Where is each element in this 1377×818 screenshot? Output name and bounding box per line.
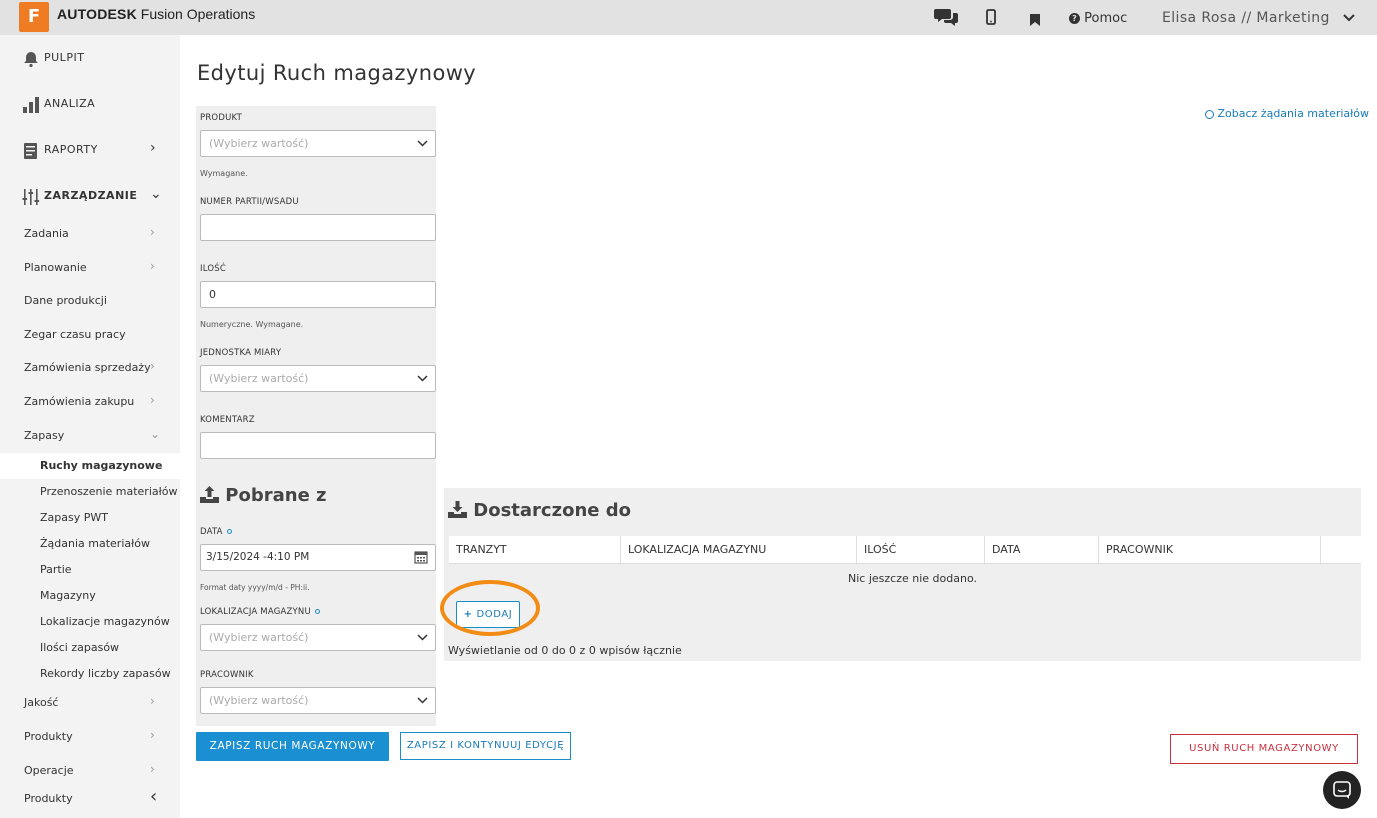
chevron-right-icon: › bbox=[150, 694, 155, 708]
lokalizacja-select[interactable]: (Wybierz wartość) bbox=[200, 624, 436, 651]
sidebar-item-zadania-materialow[interactable]: Żądania materiałów bbox=[0, 531, 180, 557]
ilosc-hint: Numeryczne. Wymagane. bbox=[200, 320, 304, 329]
table-pager-info: Wyświetlanie od 0 do 0 z 0 wpisów łączni… bbox=[448, 644, 682, 657]
sidebar-item-magazyny[interactable]: Magazyny bbox=[0, 583, 180, 609]
sidebar-item-przenoszenie[interactable]: Przenoszenie materiałów bbox=[0, 479, 180, 505]
ilosc-label: ILOŚĆ bbox=[200, 264, 226, 274]
download-icon bbox=[448, 501, 467, 523]
sidebar: PULPIT ANALIZA RAPORTY › ZARZĄDZANIE ⌄ Z… bbox=[0, 35, 180, 818]
help-icon: ? bbox=[1069, 13, 1080, 24]
ilosc-input[interactable]: 0 bbox=[200, 281, 436, 308]
data-hint: Format daty yyyy/m/d - PH:ii. bbox=[200, 583, 310, 592]
sidebar-item-zegar[interactable]: Zegar czasu pracy bbox=[0, 322, 180, 348]
sidebar-item-jakosc[interactable]: Jakość › bbox=[0, 690, 180, 716]
sidebar-item-operacje[interactable]: Operacje › bbox=[0, 758, 180, 784]
sidebar-item-zamowienia-sprzedazy[interactable]: Zamówienia sprzedaży › bbox=[0, 355, 180, 381]
bar-chart-icon bbox=[22, 96, 40, 114]
partia-input[interactable] bbox=[200, 214, 436, 241]
komentarz-input[interactable] bbox=[200, 432, 436, 459]
sidebar-item-pulpit[interactable]: PULPIT bbox=[0, 35, 180, 81]
chevron-right-icon: › bbox=[150, 259, 155, 273]
user-menu[interactable]: Elisa Rosa // Marketing bbox=[1162, 10, 1355, 26]
chevron-down-icon: ⌄ bbox=[150, 427, 161, 441]
sidebar-item-zapasy-pwt[interactable]: Zapasy PWT bbox=[0, 505, 180, 531]
help-link[interactable]: ? Pomoc bbox=[1069, 11, 1127, 26]
highlight-circle bbox=[440, 580, 540, 636]
sidebar-item-ilosci[interactable]: Ilości zapasów bbox=[0, 635, 180, 661]
chevron-down-icon bbox=[417, 137, 428, 150]
sidebar-item-planowanie[interactable]: Planowanie › bbox=[0, 255, 180, 281]
sidebar-item-produkty[interactable]: Produkty › bbox=[0, 724, 180, 750]
collapse-sidebar-icon[interactable]: ‹ bbox=[150, 786, 157, 807]
sidebar-item-rekordy[interactable]: Rekordy liczby zapasów bbox=[0, 661, 180, 687]
chevron-down-icon bbox=[417, 631, 428, 644]
sidebar-item-zamowienia-zakupu[interactable]: Zamówienia zakupu › bbox=[0, 389, 180, 415]
column-tranzyt[interactable]: TRANZYT bbox=[449, 536, 621, 564]
sidebar-item-dane-produkcji[interactable]: Dane produkcji bbox=[0, 288, 180, 314]
chevron-right-icon: › bbox=[150, 359, 155, 373]
fusion-logo[interactable]: F bbox=[19, 2, 49, 32]
sidebar-item-raporty[interactable]: RAPORTY › bbox=[0, 127, 180, 173]
sidebar-item-lokalizacje[interactable]: Lokalizacje magazynów bbox=[0, 609, 180, 635]
required-indicator bbox=[226, 529, 232, 534]
page-title: Edytuj Ruch magazynowy bbox=[197, 61, 477, 85]
chevron-right-icon: › bbox=[150, 140, 157, 156]
chevron-right-icon: › bbox=[150, 225, 155, 239]
chat-launcher-button[interactable] bbox=[1323, 771, 1361, 809]
top-bar: F AUTODESK Fusion Operations ? Pomoc Eli… bbox=[0, 0, 1377, 35]
chevron-down-icon bbox=[1342, 10, 1355, 26]
column-data[interactable]: DATA bbox=[985, 536, 1099, 564]
lokalizacja-label: LOKALIZACJA MAGAZYNU bbox=[200, 607, 320, 617]
data-label: DATA bbox=[200, 527, 232, 537]
column-lokalizacja[interactable]: LOKALIZACJA MAGAZYNU bbox=[621, 536, 857, 564]
sliders-icon bbox=[22, 188, 40, 206]
komentarz-label: KOMENTARZ bbox=[200, 415, 255, 425]
bell-icon bbox=[22, 50, 40, 68]
mobile-icon[interactable] bbox=[986, 9, 996, 29]
jm-label: JEDNOSTKA MIARY bbox=[200, 348, 282, 358]
sidebar-item-zarzadzanie[interactable]: ZARZĄDZANIE ⌄ bbox=[0, 173, 180, 219]
jm-select[interactable]: (Wybierz wartość) bbox=[200, 365, 436, 392]
produkt-select[interactable]: (Wybierz wartość) bbox=[200, 130, 436, 157]
brand-name: AUTODESK Fusion Operations bbox=[57, 6, 256, 22]
pracownik-label: PRACOWNIK bbox=[200, 670, 254, 680]
upload-icon bbox=[200, 486, 219, 508]
bookmark-icon[interactable] bbox=[1030, 12, 1040, 30]
dostarczone-heading: Dostarczone do bbox=[448, 500, 631, 523]
sidebar-item-zapasy[interactable]: Zapasy ⌄ bbox=[0, 423, 180, 449]
empty-table-message: Nic jeszcze nie dodano. bbox=[848, 572, 977, 585]
pobrane-heading: Pobrane z bbox=[200, 485, 327, 508]
view-material-requests-link[interactable]: Zobacz żądania materiałów bbox=[1205, 107, 1369, 120]
pracownik-select[interactable]: (Wybierz wartość) bbox=[200, 687, 436, 714]
chat-icon[interactable] bbox=[934, 7, 958, 31]
delivered-table-header: TRANZYT LOKALIZACJA MAGAZYNU ILOŚĆ DATA … bbox=[449, 536, 1361, 564]
sidebar-item-produkty-2[interactable]: Produkty ‹ bbox=[0, 786, 180, 812]
save-button[interactable]: ZAPISZ RUCH MAGAZYNOWY bbox=[196, 732, 389, 761]
chat-bubble-icon bbox=[1333, 781, 1351, 803]
sidebar-item-partie[interactable]: Partie bbox=[0, 557, 180, 583]
circle-arrow-icon bbox=[1205, 109, 1214, 119]
chevron-right-icon: › bbox=[150, 393, 155, 407]
required-indicator bbox=[314, 609, 320, 614]
produkt-hint: Wymagane. bbox=[200, 169, 248, 178]
chevron-down-icon: ⌄ bbox=[150, 186, 163, 202]
chevron-right-icon: › bbox=[150, 762, 155, 776]
sidebar-item-ruchy-magazynowe[interactable]: Ruchy magazynowe bbox=[0, 453, 180, 479]
sidebar-item-zadania[interactable]: Zadania › bbox=[0, 221, 180, 247]
produkt-label: PRODUKT bbox=[200, 113, 242, 123]
delete-button[interactable]: USUŃ RUCH MAGAZYNOWY bbox=[1170, 734, 1358, 764]
report-icon bbox=[22, 142, 40, 160]
chevron-down-icon bbox=[417, 694, 428, 707]
partia-label: NUMER PARTII/WSADU bbox=[200, 197, 299, 207]
column-pracownik[interactable]: PRACOWNIK bbox=[1099, 536, 1321, 564]
chevron-right-icon: › bbox=[150, 728, 155, 742]
sidebar-item-analiza[interactable]: ANALIZA bbox=[0, 81, 180, 127]
data-input[interactable]: 3/15/2024 -4:10 PM bbox=[200, 544, 436, 571]
save-continue-button[interactable]: ZAPISZ I KONTYNUUJ EDYCJĘ bbox=[400, 732, 571, 760]
column-ilosc[interactable]: ILOŚĆ bbox=[857, 536, 985, 564]
chevron-down-icon bbox=[417, 372, 428, 385]
calendar-icon[interactable] bbox=[414, 550, 428, 567]
